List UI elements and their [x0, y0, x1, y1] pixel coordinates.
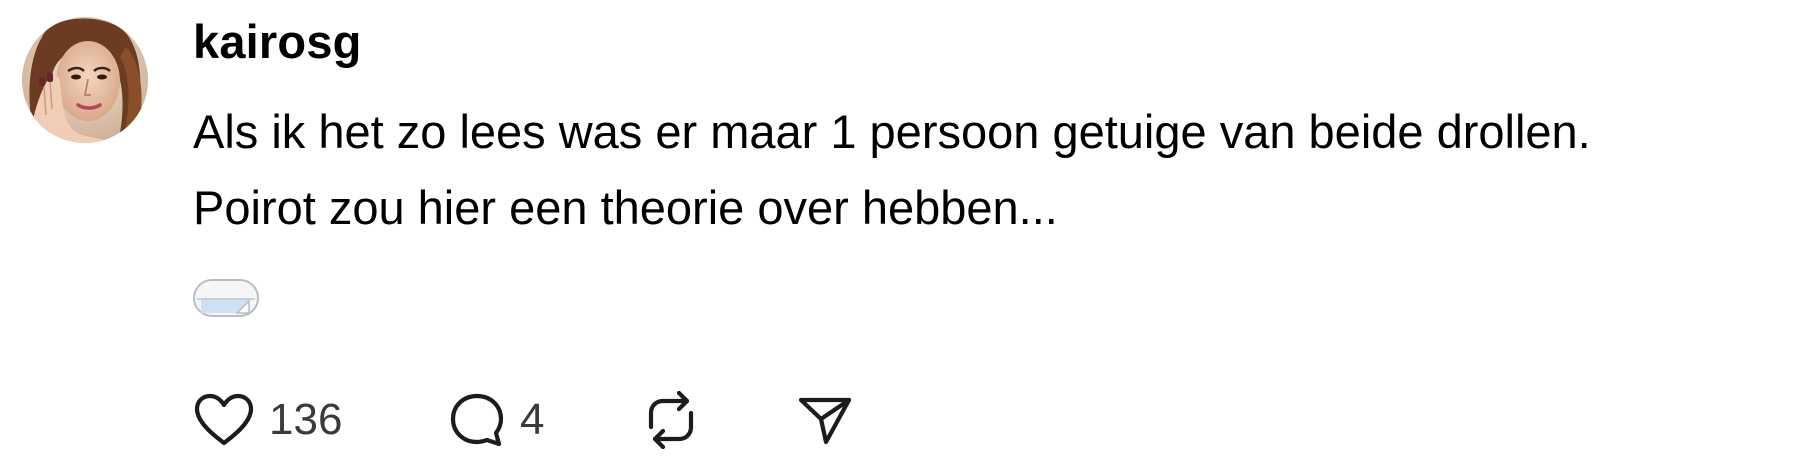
repost-icon [648, 390, 694, 450]
avatar[interactable] [22, 17, 148, 143]
like-count: 136 [269, 395, 343, 444]
heart-icon [194, 393, 254, 446]
reply-button[interactable]: 4 [448, 391, 642, 449]
reply-count: 4 [520, 395, 545, 444]
post-text-line: Als ik het zo lees was er maar 1 persoon… [193, 105, 1591, 158]
sticker-thumbnail-icon[interactable] [191, 277, 261, 319]
like-button[interactable]: 136 [193, 392, 448, 448]
comment-bubble-icon [450, 393, 504, 447]
avatar-photo [22, 17, 148, 143]
username[interactable]: kairosg [193, 12, 362, 72]
post: kairosg Als ik het zo lees was er maar 1… [0, 0, 1796, 468]
post-text: Als ik het zo lees was er maar 1 persoon… [193, 94, 1783, 246]
post-actions: 136 4 [193, 388, 853, 452]
share-button[interactable] [797, 394, 853, 446]
send-icon [798, 397, 852, 445]
post-text-line: Poirot zou hier een theorie over hebben.… [193, 181, 1058, 234]
repost-button[interactable] [642, 389, 797, 451]
